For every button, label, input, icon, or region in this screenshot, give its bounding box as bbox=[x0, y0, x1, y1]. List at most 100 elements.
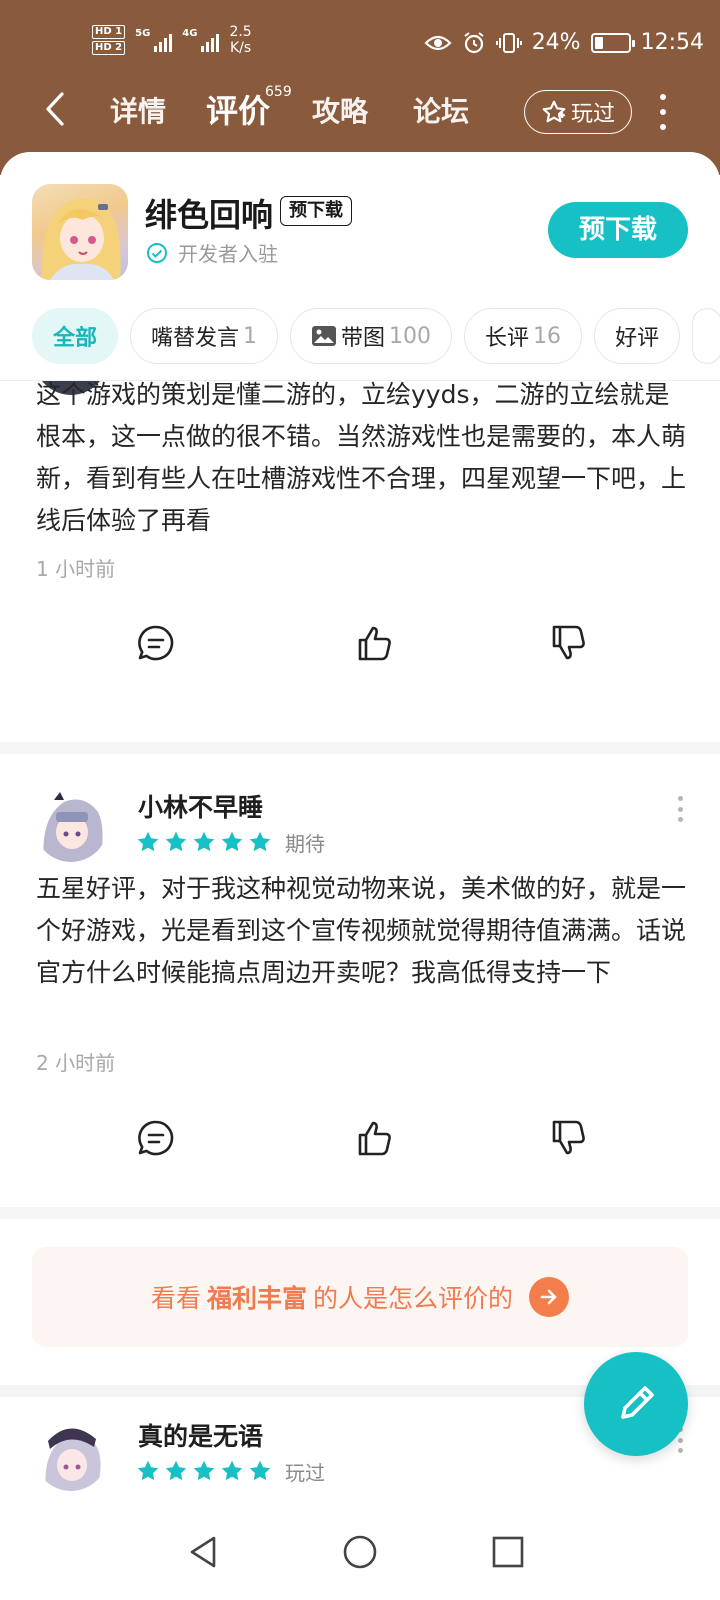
review-card: 小林不早睡 期待 五星好评，对于我这种视觉动物来说，美术做的好，就是一个好游戏，… bbox=[0, 754, 720, 1209]
star-filled-icon bbox=[249, 831, 271, 852]
arrow-right-icon bbox=[529, 1277, 570, 1317]
star-filled-icon bbox=[137, 831, 159, 852]
star-filled-icon bbox=[221, 831, 243, 852]
user-avatar[interactable] bbox=[34, 1417, 108, 1491]
user-name[interactable]: 真的是无语 bbox=[138, 1417, 263, 1453]
signal-4g-icon: 4G bbox=[182, 28, 220, 52]
battery-percent: 24% bbox=[531, 30, 581, 55]
filter-with-images-count: 100 bbox=[389, 323, 432, 349]
system-navigation-bar bbox=[0, 1516, 720, 1600]
review-time: 2 小时前 bbox=[36, 1051, 116, 1075]
app-screen: HD 1 HD 2 5G 4G 2.5 K/s 24% 12:54 详情 评价 … bbox=[0, 0, 720, 1600]
check-circle-icon bbox=[147, 242, 167, 263]
star-filled-icon bbox=[193, 1460, 215, 1481]
star-filled-icon bbox=[193, 831, 215, 852]
star-filled-icon bbox=[165, 1460, 187, 1481]
dislike-icon[interactable] bbox=[546, 1116, 590, 1160]
promo-highlight: 福利丰富 bbox=[206, 1284, 307, 1313]
game-info: 绯色回响 预下载 开发者入驻 预下载 bbox=[0, 182, 720, 282]
network-speed-value: 2.5 bbox=[229, 24, 252, 40]
hd-1-label: HD 1 bbox=[92, 25, 126, 39]
user-name[interactable]: 小林不早睡 bbox=[138, 788, 263, 824]
dislike-icon[interactable] bbox=[546, 621, 590, 665]
back-arrow-icon[interactable] bbox=[36, 86, 76, 132]
write-review-button[interactable] bbox=[584, 1352, 688, 1456]
hd-indicator: HD 1 HD 2 bbox=[92, 25, 126, 55]
pre-download-button[interactable]: 预下载 bbox=[548, 202, 688, 258]
nav-recents-square-icon[interactable] bbox=[486, 1530, 530, 1574]
like-icon[interactable] bbox=[352, 621, 396, 665]
signal-4g-label: 4G bbox=[182, 28, 198, 39]
review-more-icon[interactable] bbox=[676, 796, 684, 822]
review-status: 玩过 bbox=[285, 1461, 325, 1485]
reviews-count-badge: 659 bbox=[265, 84, 292, 100]
status-bar: HD 1 HD 2 5G 4G 2.5 K/s 24% 12:54 bbox=[0, 20, 720, 66]
top-nav: 详情 评价 659 攻略 论坛 玩过 bbox=[0, 80, 720, 140]
star-filled-icon bbox=[137, 1460, 159, 1481]
filter-long[interactable]: 长评 16 bbox=[464, 308, 583, 364]
star-filled-icon bbox=[221, 1460, 243, 1481]
filter-positive[interactable]: 好评 bbox=[594, 308, 681, 364]
star-outline-icon bbox=[542, 100, 566, 123]
filter-quotes[interactable]: 嘴替发言 1 bbox=[130, 308, 279, 364]
played-button[interactable]: 玩过 bbox=[524, 90, 632, 134]
filter-quotes-label: 嘴替发言 bbox=[151, 326, 240, 351]
game-title: 绯色回响 bbox=[145, 196, 274, 234]
hd-2-label: HD 2 bbox=[92, 41, 126, 55]
filter-all[interactable]: 全部 bbox=[32, 308, 119, 364]
developer-label: 开发者入驻 bbox=[178, 242, 278, 266]
vibrate-icon bbox=[495, 32, 522, 53]
more-menu-icon[interactable] bbox=[655, 94, 671, 130]
comment-icon[interactable] bbox=[134, 621, 178, 665]
star-filled-icon bbox=[249, 1460, 271, 1481]
filter-with-images[interactable]: 带图 100 bbox=[290, 308, 453, 364]
clock-time: 12:54 bbox=[640, 30, 704, 55]
signal-5g-label: 5G bbox=[135, 28, 151, 39]
review-filters: 全部 嘴替发言 1 带图 100 长评 16 好评 bbox=[32, 308, 720, 364]
game-icon[interactable] bbox=[32, 184, 128, 280]
filter-with-images-label: 带图 bbox=[341, 326, 386, 351]
section-divider bbox=[0, 742, 720, 754]
comment-icon[interactable] bbox=[134, 1116, 178, 1160]
image-icon bbox=[312, 326, 337, 346]
header-background: HD 1 HD 2 5G 4G 2.5 K/s 24% 12:54 详情 评价 … bbox=[0, 0, 720, 175]
network-speed-unit: K/s bbox=[229, 40, 252, 56]
promo-prefix: 看看 bbox=[150, 1284, 201, 1313]
played-label: 玩过 bbox=[570, 102, 615, 127]
pencil-icon bbox=[621, 1386, 654, 1419]
tab-guides[interactable]: 攻略 bbox=[312, 90, 368, 130]
user-avatar[interactable] bbox=[34, 788, 108, 862]
filter-more[interactable] bbox=[692, 308, 720, 364]
filter-long-count: 16 bbox=[533, 323, 562, 349]
review-actions bbox=[0, 1116, 720, 1166]
pre-download-tag: 预下载 bbox=[280, 196, 352, 226]
alarm-icon bbox=[464, 31, 484, 53]
battery-icon bbox=[590, 32, 635, 53]
nav-back-triangle-icon[interactable] bbox=[182, 1530, 226, 1574]
nav-home-circle-icon[interactable] bbox=[338, 1530, 382, 1574]
eye-icon bbox=[424, 35, 452, 50]
filter-long-label: 长评 bbox=[485, 326, 530, 351]
developer-verified: 开发者入驻 bbox=[146, 238, 278, 267]
review-text[interactable]: 五星好评，对于我这种视觉动物来说，美术做的好，就是一个好游戏，光是看到这个宣传视… bbox=[36, 868, 686, 994]
like-icon[interactable] bbox=[352, 1116, 396, 1160]
filter-positive-label: 好评 bbox=[615, 326, 660, 351]
tab-forum[interactable]: 论坛 bbox=[413, 90, 469, 130]
review-card: 期待 这个游戏的策划是懂二游的，立绘yyds，二游的立绘就是根本，这一点做的很不… bbox=[0, 381, 720, 741]
filter-all-label: 全部 bbox=[53, 326, 98, 351]
review-text[interactable]: 这个游戏的策划是懂二游的，立绘yyds，二游的立绘就是根本，这一点做的很不错。当… bbox=[36, 381, 686, 542]
review-actions bbox=[0, 621, 720, 671]
section-divider bbox=[0, 1207, 720, 1219]
network-speed: 2.5 K/s bbox=[229, 24, 251, 56]
filter-quotes-count: 1 bbox=[243, 323, 258, 349]
tab-details[interactable]: 详情 bbox=[110, 90, 166, 130]
signal-5g-icon: 5G bbox=[135, 28, 173, 52]
promo-suffix: 的人是怎么评价的 bbox=[313, 1284, 514, 1313]
star-filled-icon bbox=[165, 831, 187, 852]
tab-reviews[interactable]: 评价 bbox=[206, 86, 270, 132]
rating-stars bbox=[136, 830, 272, 854]
rating-stars bbox=[136, 1459, 272, 1483]
review-status: 期待 bbox=[285, 832, 325, 856]
promo-banner[interactable]: 看看 福利丰富 的人是怎么评价的 bbox=[32, 1247, 688, 1347]
review-time: 1 小时前 bbox=[36, 557, 116, 581]
